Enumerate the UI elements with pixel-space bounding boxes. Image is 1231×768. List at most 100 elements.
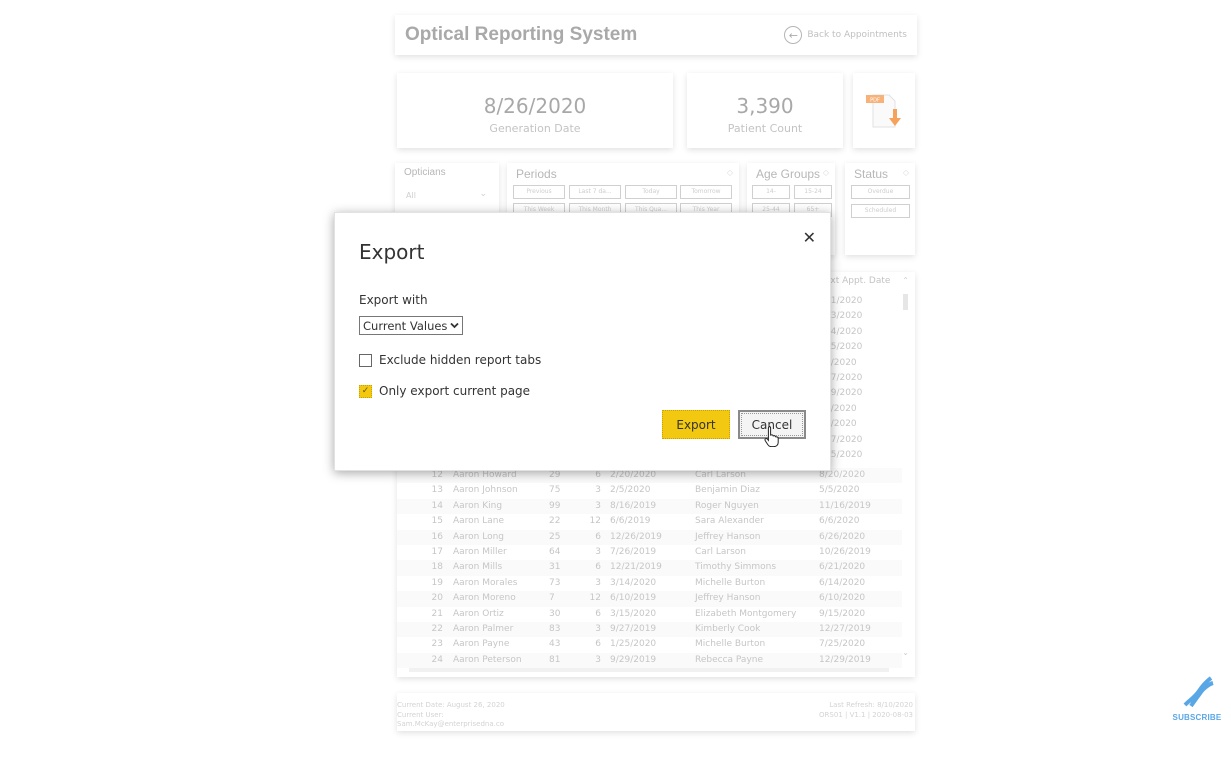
age-group-option[interactable]: 14- <box>752 185 790 199</box>
table-cell-next: 6/14/2020 <box>819 577 866 588</box>
generation-date-label: Generation Date <box>489 122 581 135</box>
table-cell-age: 29 <box>549 470 561 480</box>
table-row[interactable]: 24 Aaron Peterson 81 3 9/29/2019 Rebecca Payn… <box>397 652 902 669</box>
table-cell-optician: Timothy Simmons <box>695 562 777 573</box>
table-cell-next: 6/26/2020 <box>819 531 866 542</box>
vertical-scrollbar-thumb[interactable] <box>903 294 908 310</box>
eraser-icon[interactable]: ◇ <box>727 168 733 177</box>
table-cell-age: 22 <box>549 516 561 527</box>
chevron-down-icon[interactable]: ⌄ <box>479 189 487 199</box>
status-option[interactable]: Overdue <box>851 185 910 199</box>
table-cell-name: Aaron Johnson <box>453 485 518 496</box>
table-cell-interval: 3 <box>595 624 601 634</box>
table-cell-name: Aaron Moreno <box>453 593 516 604</box>
table-cell-next: 11/16/2019 <box>819 500 871 511</box>
table-cell-next: 12/29/2019 <box>819 654 871 665</box>
horizontal-scrollbar[interactable] <box>409 668 889 672</box>
table-cell-next: 12/27/2019 <box>819 624 871 634</box>
table-cell-next: 6/6/2020 <box>819 516 860 527</box>
table-cell-age: 31 <box>549 562 561 573</box>
table-row[interactable]: 19 Aaron Morales 73 3 3/14/2020 Michelle Burt… <box>397 575 902 592</box>
column-header-next-appt-date[interactable]: ext Appt. Date <box>825 276 890 286</box>
footer: Current Date: August 26, 2020 Current Us… <box>397 693 915 731</box>
pdf-label: PDF <box>870 98 880 104</box>
pdf-download-icon: PDF <box>866 94 901 128</box>
table-cell-last: 6/6/2019 <box>610 516 651 527</box>
table-cell-name: Aaron Peterson <box>453 654 522 665</box>
opticians-dropdown[interactable]: All <box>406 191 416 200</box>
back-to-appointments-button[interactable]: ← Back to Appointments <box>784 26 907 44</box>
table-cell-age: 73 <box>549 577 561 588</box>
table-row[interactable]: 22 Aaron Palmer 83 3 9/27/2019 Kimberly Cook 1… <box>397 622 902 638</box>
period-option[interactable]: Last 7 da... <box>569 185 621 199</box>
table-cell-age: 30 <box>549 608 561 619</box>
table-cell-last: 8/16/2019 <box>610 500 657 511</box>
table-row[interactable]: 16 Aaron Long 25 6 12/26/2019 Jeffrey Hanson 6… <box>397 529 902 545</box>
table-cell-optician: Michelle Burton <box>695 639 766 650</box>
exclude-hidden-tabs-checkbox[interactable] <box>359 353 372 367</box>
table-cell-interval: 6 <box>595 531 601 542</box>
current-user: Sam.McKay@enterprisedna.co <box>397 720 504 728</box>
table-cell-optician: Rebecca Payne <box>695 654 764 665</box>
table-row[interactable]: 13 Aaron Johnson 75 3 2/5/2020 Benjamin Diaz 5… <box>397 483 902 499</box>
only-current-page-label: Only export current page <box>379 384 531 398</box>
pdf-export-button[interactable]: PDF <box>853 73 915 148</box>
table-cell-num: 20 <box>431 593 443 604</box>
report-title: Optical Reporting System <box>405 24 638 45</box>
table-cell-optician: Benjamin Diaz <box>695 485 760 496</box>
table-cell-interval: 12 <box>589 516 601 527</box>
only-current-page-checkbox[interactable]: ✓ <box>359 384 372 398</box>
table-cell-last: 6/10/2019 <box>610 593 657 604</box>
export-with-select[interactable]: Current Values <box>359 316 464 335</box>
table-row[interactable]: 23 Aaron Payne 43 6 1/25/2020 Michelle Burton… <box>397 637 902 653</box>
table-cell-interval: 3 <box>595 485 601 496</box>
table-row[interactable]: 21 Aaron Ortiz 30 6 3/15/2020 Elizabeth Montg… <box>397 606 902 622</box>
subscribe-badge[interactable]: SUBSCRIBE <box>1166 675 1228 722</box>
table-cell-last: 3/14/2020 <box>610 577 657 588</box>
table-cell-name: Aaron Lane <box>453 516 505 527</box>
only-current-page-option[interactable]: ✓ Only export current page <box>359 384 530 398</box>
patient-count-card: 3,390 Patient Count <box>687 73 843 148</box>
dialog-title: Export <box>359 240 425 264</box>
table-cell-interval: 6 <box>595 470 601 480</box>
table-cell-num: 21 <box>431 608 443 619</box>
table-cell-num: 15 <box>431 516 443 527</box>
table-cell-name: Aaron Morales <box>453 577 518 588</box>
scroll-up-icon[interactable]: ⌃ <box>902 276 909 285</box>
table-cell-num: 14 <box>431 500 443 511</box>
exclude-hidden-tabs-option[interactable]: Exclude hidden report tabs <box>359 353 541 367</box>
eraser-icon[interactable]: ◇ <box>903 168 909 177</box>
table-cell-last: 3/15/2020 <box>610 608 657 619</box>
table-row[interactable]: 20 Aaron Moreno 7 12 6/10/2019 Jeffrey Hanson… <box>397 591 902 607</box>
table-cell-age: 83 <box>549 624 561 634</box>
table-cell-last: 12/26/2019 <box>610 531 662 542</box>
table-cell-interval: 6 <box>595 562 601 573</box>
table-cell-name: Aaron Miller <box>453 547 507 557</box>
scroll-down-icon[interactable]: ⌄ <box>902 648 909 657</box>
table-row[interactable]: 15 Aaron Lane 22 12 6/6/2019 Sara Alexander 6/… <box>397 514 902 530</box>
table-row[interactable]: 18 Aaron Mills 31 6 12/21/2019 Timothy Simmon… <box>397 560 902 576</box>
opticians-slicer-title: Opticians <box>404 167 446 178</box>
close-icon[interactable]: ✕ <box>803 228 816 247</box>
eraser-icon[interactable]: ◇ <box>823 168 829 177</box>
table-cell-num: 23 <box>431 639 443 650</box>
chevron-down-icon <box>450 322 460 329</box>
table-cell-age: 81 <box>549 654 561 665</box>
table-cell-optician: Elizabeth Montgomery <box>695 608 797 619</box>
status-option[interactable]: Scheduled <box>851 204 910 218</box>
table-cell-name: Aaron Ortiz <box>453 608 504 619</box>
table-cell-interval: 3 <box>595 654 601 665</box>
age-group-option[interactable]: 15-24 <box>794 185 832 199</box>
patient-count-value: 3,390 <box>736 94 794 118</box>
table-cell-name: Aaron Howard <box>453 470 517 480</box>
table-cell-num: 12 <box>431 470 443 480</box>
period-option[interactable]: Tomorrow <box>680 185 732 199</box>
period-option[interactable]: Today <box>625 185 677 199</box>
table-cell-optician: Sara Alexander <box>695 516 764 527</box>
export-button[interactable]: Export <box>662 410 730 439</box>
table-row[interactable]: 17 Aaron Miller 64 3 7/26/2019 Carl Larson 10/… <box>397 545 902 561</box>
table-cell-optician: Roger Nguyen <box>695 500 759 511</box>
table-cell-optician: Michelle Burton <box>695 577 766 588</box>
table-row[interactable]: 14 Aaron King 99 3 8/16/2019 Roger Nguyen 11/1… <box>397 498 902 515</box>
period-option[interactable]: Previous <box>513 185 565 199</box>
